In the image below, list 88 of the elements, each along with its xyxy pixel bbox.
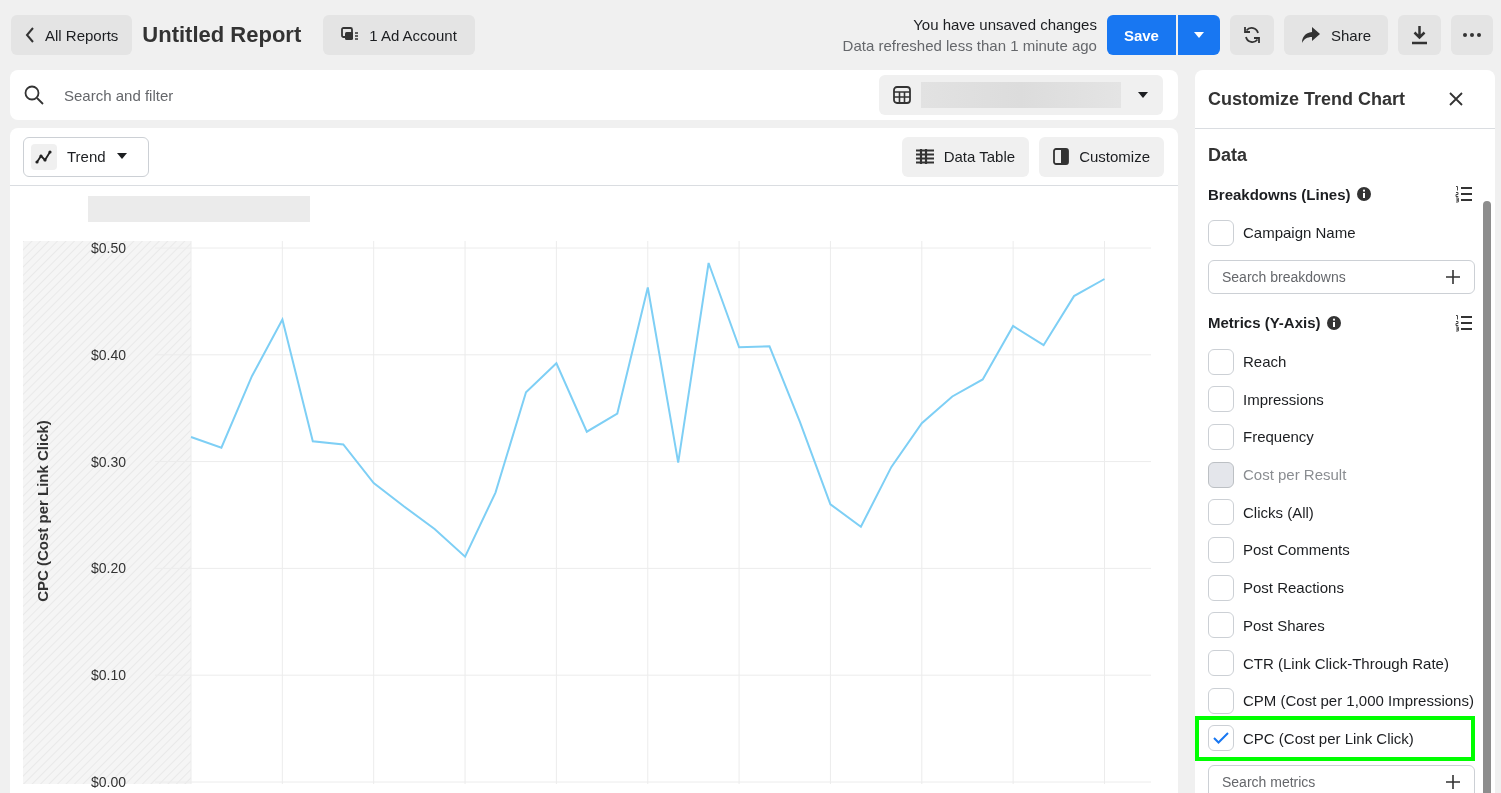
metric-option[interactable]: Post Shares xyxy=(1208,606,1475,645)
share-arrow-icon xyxy=(1300,26,1321,44)
data-table-button[interactable]: Data Table xyxy=(901,136,1030,177)
checkbox[interactable] xyxy=(1208,612,1234,639)
scrollbar[interactable] xyxy=(1483,201,1491,793)
option-label: Frequency xyxy=(1243,428,1314,446)
option-label: CPC (Cost per Link Click) xyxy=(1243,729,1414,747)
checkbox[interactable] xyxy=(1208,574,1234,601)
checkbox[interactable] xyxy=(1208,499,1234,526)
save-options-button[interactable] xyxy=(1177,15,1220,55)
option-label: CTR (Link Click-Through Rate) xyxy=(1243,654,1449,672)
metric-option[interactable]: Campaign Name xyxy=(1208,214,1475,252)
caret-icon xyxy=(1192,31,1205,39)
back-button[interactable]: All Reports xyxy=(11,15,133,55)
numbered-list-icon xyxy=(1455,185,1473,203)
metric-option[interactable]: Post Comments xyxy=(1208,531,1475,569)
metric-option[interactable]: CPM (Cost per 1,000 Impressions) xyxy=(1208,681,1475,720)
checkbox[interactable] xyxy=(1208,423,1234,450)
checkbox[interactable] xyxy=(1208,725,1234,752)
chart-type-dropdown[interactable]: Trend xyxy=(23,136,149,177)
section-heading: Breakdowns (Lines) xyxy=(1208,185,1351,203)
report-title: Untitled Report xyxy=(142,22,302,48)
numbered-list-icon xyxy=(1455,313,1473,332)
plus-icon xyxy=(1446,269,1460,284)
option-label: Reach xyxy=(1243,353,1287,371)
search-filter-field[interactable]: Search and filter xyxy=(62,79,861,111)
caret-icon xyxy=(115,153,128,160)
plus-icon xyxy=(1446,775,1460,790)
y-axis-title: CPC (Cost per Link Click) xyxy=(34,420,51,602)
y-axis-label: $0.50 xyxy=(90,240,126,256)
share-button[interactable]: Share xyxy=(1283,15,1388,55)
save-button[interactable]: Save xyxy=(1106,15,1176,55)
section-title: Data xyxy=(1208,145,1248,166)
ad-account-button[interactable]: 1 Ad Account xyxy=(323,15,475,55)
info-icon xyxy=(1326,315,1341,330)
info-icon xyxy=(1356,187,1371,201)
option-label: Cost per Result xyxy=(1243,466,1347,484)
refresh-button[interactable] xyxy=(1229,15,1274,55)
metric-option[interactable]: Clicks (All) xyxy=(1208,493,1475,532)
y-axis-label: $0.20 xyxy=(90,560,126,577)
checkbox[interactable] xyxy=(1208,536,1234,563)
table-rows-icon xyxy=(915,149,934,164)
caret-icon xyxy=(1137,91,1149,99)
side-panel-icon xyxy=(1053,148,1070,165)
y-axis-label: $0.00 xyxy=(90,774,126,790)
y-axis-label: $0.30 xyxy=(90,453,126,470)
close-button[interactable] xyxy=(1449,92,1463,106)
customize-button[interactable]: Customize xyxy=(1039,136,1164,177)
option-label: Clicks (All) xyxy=(1243,503,1314,521)
data-source-dropdown[interactable] xyxy=(879,75,1163,115)
more-options-button[interactable] xyxy=(1451,15,1493,55)
option-label: Post Reactions xyxy=(1243,579,1344,597)
option-label: Post Shares xyxy=(1243,616,1325,634)
checkbox[interactable] xyxy=(1208,348,1234,375)
y-axis-label: $0.40 xyxy=(90,346,126,363)
search-bar[interactable]: Search and filter xyxy=(10,70,1178,120)
section-heading: Metrics (Y-Axis) xyxy=(1208,314,1321,332)
metric-option[interactable]: Reach xyxy=(1208,342,1475,381)
option-label: Impressions xyxy=(1243,390,1324,408)
unsaved-status: You have unsaved changes xyxy=(912,15,1097,35)
table-icon xyxy=(893,86,911,104)
search-field[interactable]: Search breakdowns xyxy=(1208,259,1475,294)
trend-line-icon xyxy=(35,149,53,164)
option-label: Post Comments xyxy=(1243,541,1350,559)
download-icon xyxy=(1410,25,1429,45)
search-icon xyxy=(24,85,44,105)
refresh-note: Data refreshed less than 1 minute ago xyxy=(842,36,1097,56)
checkbox[interactable] xyxy=(1208,386,1234,413)
y-axis-label: $0.10 xyxy=(90,667,126,684)
search-field[interactable]: Search metrics xyxy=(1208,765,1475,793)
option-label: CPM (Cost per 1,000 Impressions) xyxy=(1243,692,1474,710)
close-icon xyxy=(1449,92,1463,106)
metric-option[interactable]: Impressions xyxy=(1208,380,1475,419)
metric-option[interactable]: Frequency xyxy=(1208,418,1475,456)
stacked-cards-icon xyxy=(341,27,360,43)
download-button[interactable] xyxy=(1398,15,1441,55)
metric-option[interactable]: CPC (Cost per Link Click) xyxy=(1199,719,1471,758)
metric-option[interactable]: Post Reactions xyxy=(1208,568,1475,607)
checkbox[interactable] xyxy=(1208,687,1234,714)
chevron-left-icon xyxy=(25,27,35,43)
metric-option[interactable]: CTR (Link Click-Through Rate) xyxy=(1208,644,1475,682)
checkmark-icon xyxy=(1213,732,1229,745)
panel-title: Customize Trend Chart xyxy=(1208,88,1406,110)
ellipsis-icon xyxy=(1463,33,1481,37)
checkbox[interactable] xyxy=(1208,219,1234,246)
option-label: Campaign Name xyxy=(1243,224,1356,242)
refresh-icon xyxy=(1241,25,1262,45)
checkbox[interactable] xyxy=(1208,650,1234,677)
